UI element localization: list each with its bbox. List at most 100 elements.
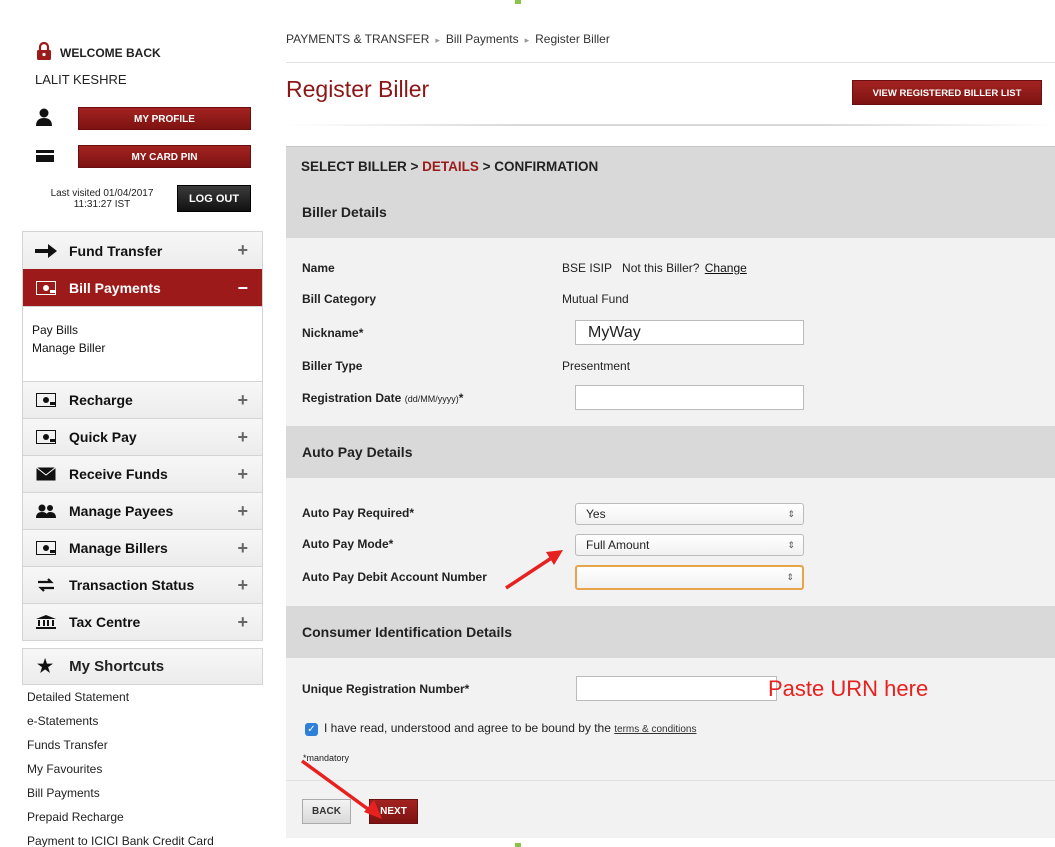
- shortcut-link[interactable]: Payment to ICICI Bank Credit Card: [27, 833, 214, 847]
- shortcut-link[interactable]: My Favourites: [27, 761, 214, 785]
- expand-icon[interactable]: +: [237, 538, 248, 559]
- menu-label: Manage Payees: [69, 503, 174, 519]
- user-name: LALIT KESHRE: [35, 72, 127, 87]
- last-visited: Last visited 01/04/2017 11:31:27 IST: [32, 188, 172, 210]
- agree-text: I have read, understood and agree to be …: [324, 721, 611, 735]
- consumer-id-body: Unique Registration Number* ✓ I have rea…: [286, 658, 1055, 780]
- collapse-icon[interactable]: −: [237, 278, 248, 299]
- menu-bill-payments[interactable]: Bill Payments −: [23, 269, 262, 306]
- bill-icon: [35, 429, 57, 445]
- required-mark: *: [458, 391, 464, 405]
- menu-quick-pay[interactable]: Quick Pay +: [23, 418, 262, 455]
- breadcrumb-item-current: Register Biller: [535, 32, 610, 46]
- terms-checkbox[interactable]: ✓: [305, 723, 318, 736]
- expand-icon[interactable]: +: [237, 575, 248, 596]
- menu-fund-transfer[interactable]: Fund Transfer +: [23, 232, 262, 269]
- people-icon: [35, 503, 57, 519]
- shortcuts-title: My Shortcuts: [69, 658, 165, 675]
- selected-value: Yes: [586, 507, 606, 521]
- menu-receive-funds[interactable]: Receive Funds +: [23, 455, 262, 492]
- menu-label: Recharge: [69, 392, 133, 408]
- change-link[interactable]: Change: [705, 261, 747, 275]
- auto-pay-header: Auto Pay Details: [286, 426, 1055, 478]
- bill-category-label: Bill Category: [302, 292, 377, 306]
- expand-icon[interactable]: +: [237, 464, 248, 485]
- breadcrumb-separator-icon: ▸: [435, 35, 440, 45]
- step-details-current: DETAILS: [422, 159, 479, 174]
- breadcrumb-item[interactable]: PAYMENTS & TRANSFER: [286, 32, 429, 46]
- urn-field[interactable]: [576, 676, 777, 701]
- expand-icon[interactable]: +: [237, 612, 248, 633]
- step-indicator: SELECT BILLER > DETAILS > CONFIRMATION: [301, 159, 598, 174]
- consumer-id-header: Consumer Identification Details: [286, 606, 1055, 658]
- shortcut-link[interactable]: Detailed Statement: [27, 689, 214, 713]
- card-icon: [36, 150, 54, 162]
- mandatory-note: *mandatory: [303, 753, 350, 763]
- menu-label: Quick Pay: [69, 429, 137, 445]
- menu-tax-centre[interactable]: Tax Centre +: [23, 603, 262, 640]
- biller-details-body: Name BSE ISIP Not this Biller? Change Bi…: [286, 238, 1055, 426]
- expand-icon[interactable]: +: [237, 390, 248, 411]
- logout-button[interactable]: LOG OUT: [177, 185, 251, 212]
- urn-label: Unique Registration Number*: [302, 682, 470, 696]
- registration-date-field[interactable]: [575, 385, 804, 410]
- bill-payments-submenu: Pay Bills Manage Biller: [23, 306, 262, 381]
- auto-pay-body: Auto Pay Required* Yes ⇕ Auto Pay Mode* F…: [286, 478, 1055, 606]
- menu-recharge[interactable]: Recharge +: [23, 381, 262, 418]
- menu-manage-payees[interactable]: Manage Payees +: [23, 492, 262, 529]
- terms-text: I have read, understood and agree to be …: [324, 721, 697, 735]
- name-value: BSE ISIP Not this Biller? Change: [562, 261, 747, 275]
- arrow-right-icon: [35, 243, 57, 259]
- auto-pay-debit-account-select[interactable]: ⇕: [575, 565, 804, 590]
- expand-icon[interactable]: +: [237, 427, 248, 448]
- menu-label: Fund Transfer: [69, 242, 163, 259]
- shortcut-link[interactable]: Bill Payments: [27, 785, 214, 809]
- form-footer: BACK NEXT: [286, 780, 1055, 838]
- breadcrumb-item[interactable]: Bill Payments: [446, 32, 519, 46]
- my-profile-button[interactable]: MY PROFILE: [78, 107, 251, 130]
- select-arrows-icon: ⇕: [787, 540, 795, 550]
- divider: [286, 124, 1055, 126]
- my-card-pin-button[interactable]: MY CARD PIN: [78, 145, 251, 168]
- shortcut-link[interactable]: e-Statements: [27, 713, 214, 737]
- steps-bar: SELECT BILLER > DETAILS > CONFIRMATION: [286, 146, 1055, 186]
- shortcuts-header: ★ My Shortcuts: [22, 648, 263, 685]
- biller-type-label: Biller Type: [302, 359, 363, 373]
- welcome-text: WELCOME BACK: [60, 46, 161, 60]
- not-this-biller-text: Not this Biller?: [622, 261, 700, 275]
- select-arrows-icon: ⇕: [786, 572, 794, 582]
- biller-type-value: Presentment: [562, 359, 631, 373]
- biller-details-header: Biller Details: [286, 186, 1055, 238]
- bill-category-value: Mutual Fund: [562, 292, 629, 306]
- breadcrumb: PAYMENTS & TRANSFER ▸ Bill Payments ▸ Regist…: [286, 32, 610, 46]
- menu-label: Bill Payments: [69, 280, 161, 296]
- nickname-field[interactable]: MyWay: [575, 320, 804, 345]
- bill-icon: [35, 280, 57, 296]
- menu-label: Manage Billers: [69, 540, 168, 556]
- auto-pay-mode-label: Auto Pay Mode*: [302, 537, 394, 551]
- expand-icon[interactable]: +: [237, 240, 248, 261]
- step-select-biller: SELECT BILLER >: [301, 159, 423, 174]
- menu-manage-billers[interactable]: Manage Billers +: [23, 529, 262, 566]
- auto-pay-required-select[interactable]: Yes ⇕: [575, 503, 804, 525]
- submenu-manage-biller[interactable]: Manage Biller: [32, 339, 262, 357]
- terms-link[interactable]: terms & conditions: [614, 724, 696, 735]
- shortcut-link[interactable]: Prepaid Recharge: [27, 809, 214, 833]
- lock-icon: [37, 42, 51, 60]
- shortcut-link[interactable]: Funds Transfer: [27, 737, 214, 761]
- back-button[interactable]: BACK: [302, 799, 351, 824]
- view-registered-biller-list-button[interactable]: VIEW REGISTERED BILLER LIST: [852, 80, 1042, 105]
- menu-label: Receive Funds: [69, 466, 168, 482]
- auto-pay-mode-select[interactable]: Full Amount ⇕: [575, 534, 804, 556]
- next-button[interactable]: NEXT: [369, 799, 418, 824]
- bill-icon: [35, 392, 57, 408]
- section-heading: Biller Details: [302, 204, 387, 220]
- envelope-icon: [35, 466, 57, 482]
- section-heading: Auto Pay Details: [302, 444, 413, 460]
- submenu-pay-bills[interactable]: Pay Bills: [32, 321, 262, 339]
- expand-icon[interactable]: +: [237, 501, 248, 522]
- menu-transaction-status[interactable]: Transaction Status +: [23, 566, 262, 603]
- section-heading: Consumer Identification Details: [302, 624, 513, 640]
- divider: [286, 62, 1055, 63]
- menu-label: Transaction Status: [69, 577, 195, 593]
